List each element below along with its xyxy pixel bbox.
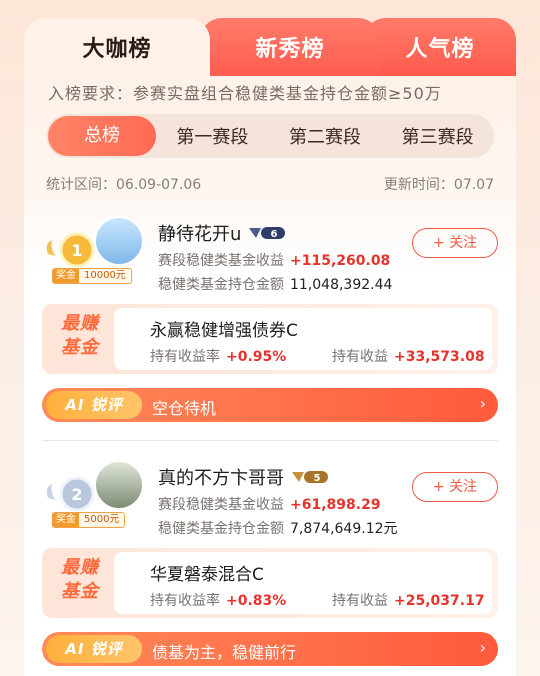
return-rate-value: +0.95%	[226, 349, 287, 365]
svg-text:6: 6	[271, 229, 278, 240]
tab-renqibang[interactable]: 人气榜	[364, 18, 516, 76]
ranking-entry: 2 奖金 5000元 真的不方卞哥哥 5 赛段稳健类基金收益 +61,898.29…	[42, 460, 498, 676]
holding-amount-value: 7,874,649.12元	[290, 521, 398, 537]
segment-first[interactable]: 第一赛段	[156, 123, 269, 149]
ai-comment-text: 债基为主，稳健前行	[152, 643, 297, 662]
level-badge-icon: 5	[292, 471, 328, 484]
holding-gain: 持有收益 +25,037.17	[332, 590, 485, 610]
top-fund-card[interactable]: 最赚 基金 永赢稳健增强债券C 持有收益率 +0.95% 持有收益 +33,573.0…	[42, 304, 498, 374]
ai-comment-badge: AI 锐评	[46, 635, 142, 663]
top-fund-box: 华夏磐泰混合C 持有收益率 +0.83% 持有收益 +25,037.17	[114, 552, 492, 614]
prize-badge: 奖金 10000元	[52, 268, 132, 284]
prize-amount: 10000元	[79, 269, 131, 283]
prize-amount: 5000元	[79, 513, 125, 527]
return-rate-label: 持有收益率	[150, 593, 220, 609]
return-rate: 持有收益率 +0.95%	[150, 346, 286, 366]
segment-gain-label: 赛段稳健类基金收益	[158, 253, 284, 269]
top-fund-tag: 最赚 基金	[61, 313, 99, 358]
ai-comment-text: 空仓待机	[152, 399, 217, 418]
chevron-right-icon: ›	[479, 638, 486, 657]
segment-gain-line: 赛段稳健类基金收益 +61,898.29	[158, 494, 381, 514]
holding-amount-value: 11,048,392.44	[290, 277, 393, 293]
segment-third[interactable]: 第三赛段	[381, 123, 494, 149]
holding-amount-label: 稳健类基金持仓金额	[158, 521, 284, 537]
level-badge-icon: 6	[249, 227, 286, 240]
prize-label: 奖金	[53, 513, 79, 527]
follow-button[interactable]: + 关注	[412, 228, 498, 258]
top-fund-box: 永赢稳健增强债券C 持有收益率 +0.95% 持有收益 +33,573.08	[114, 308, 492, 370]
follow-button[interactable]: + 关注	[412, 472, 498, 502]
holding-gain-value: +25,037.17	[394, 593, 485, 609]
ai-comment-bar[interactable]: AI 锐评 债基为主，稳健前行 ›	[42, 632, 498, 666]
ai-comment-badge: AI 锐评	[46, 391, 142, 419]
entry-requirement: 入榜要求：参赛实盘组合稳健类基金持仓金额≥50万	[48, 84, 442, 103]
fund-name: 永赢稳健增强债券C	[150, 321, 298, 341]
prize-label: 奖金	[53, 269, 79, 283]
holding-amount-label: 稳健类基金持仓金额	[158, 277, 284, 293]
user-name[interactable]: 真的不方卞哥哥	[158, 464, 284, 490]
return-rate-label: 持有收益率	[150, 349, 220, 365]
chevron-right-icon: ›	[479, 394, 486, 413]
tab-xinxiubang[interactable]: 新秀榜	[200, 18, 380, 76]
avatar[interactable]	[94, 216, 144, 266]
svg-text:5: 5	[314, 473, 321, 484]
prize-badge: 奖金 5000元	[52, 512, 126, 528]
return-rate-value: +0.83%	[226, 593, 287, 609]
holding-gain-value: +33,573.08	[394, 349, 485, 365]
avatar[interactable]	[94, 460, 144, 510]
user-name-row: 静待花开u 6	[158, 220, 287, 246]
holding-amount-line: 稳健类基金持仓金额 7,874,649.12元	[158, 518, 398, 538]
tab-dakabang[interactable]: 大咖榜	[24, 18, 210, 76]
segment-gain-value: +115,260.08	[290, 253, 391, 269]
update-time: 更新时间：07.07	[383, 177, 494, 193]
ranking-tabs: 大咖榜 新秀榜 人气榜	[24, 18, 516, 76]
holding-gain: 持有收益 +33,573.08	[332, 346, 485, 366]
segment-bar: 总榜 第一赛段 第二赛段 第三赛段	[46, 114, 494, 158]
segment-second[interactable]: 第二赛段	[269, 123, 382, 149]
top-fund-card[interactable]: 最赚 基金 华夏磐泰混合C 持有收益率 +0.83% 持有收益 +25,037.17	[42, 548, 498, 618]
ranking-entry: 1 奖金 10000元 静待花开u 6 赛段稳健类基金收益 +115,260.08…	[42, 216, 498, 436]
segment-gain-value: +61,898.29	[290, 497, 381, 513]
user-name-row: 真的不方卞哥哥 5	[158, 464, 330, 490]
stat-range: 统计区间：06.09-07.06	[46, 177, 202, 193]
top-fund-tag: 最赚 基金	[61, 557, 99, 602]
return-rate: 持有收益率 +0.83%	[150, 590, 286, 610]
segment-total[interactable]: 总榜	[48, 116, 156, 156]
holding-gain-label: 持有收益	[332, 593, 388, 609]
segment-gain-label: 赛段稳健类基金收益	[158, 497, 284, 513]
svg-text:2: 2	[71, 485, 82, 504]
user-name[interactable]: 静待花开u	[158, 220, 241, 246]
holding-gain-label: 持有收益	[332, 349, 388, 365]
ranking-panel: 入榜要求：参赛实盘组合稳健类基金持仓金额≥50万 总榜 第一赛段 第二赛段 第三…	[24, 70, 516, 676]
ai-comment-bar[interactable]: AI 锐评 空仓待机 ›	[42, 388, 498, 422]
fund-name: 华夏磐泰混合C	[150, 565, 264, 585]
holding-amount-line: 稳健类基金持仓金额 11,048,392.44	[158, 274, 392, 294]
svg-text:1: 1	[71, 241, 82, 260]
divider	[42, 440, 498, 441]
segment-gain-line: 赛段稳健类基金收益 +115,260.08	[158, 250, 390, 270]
